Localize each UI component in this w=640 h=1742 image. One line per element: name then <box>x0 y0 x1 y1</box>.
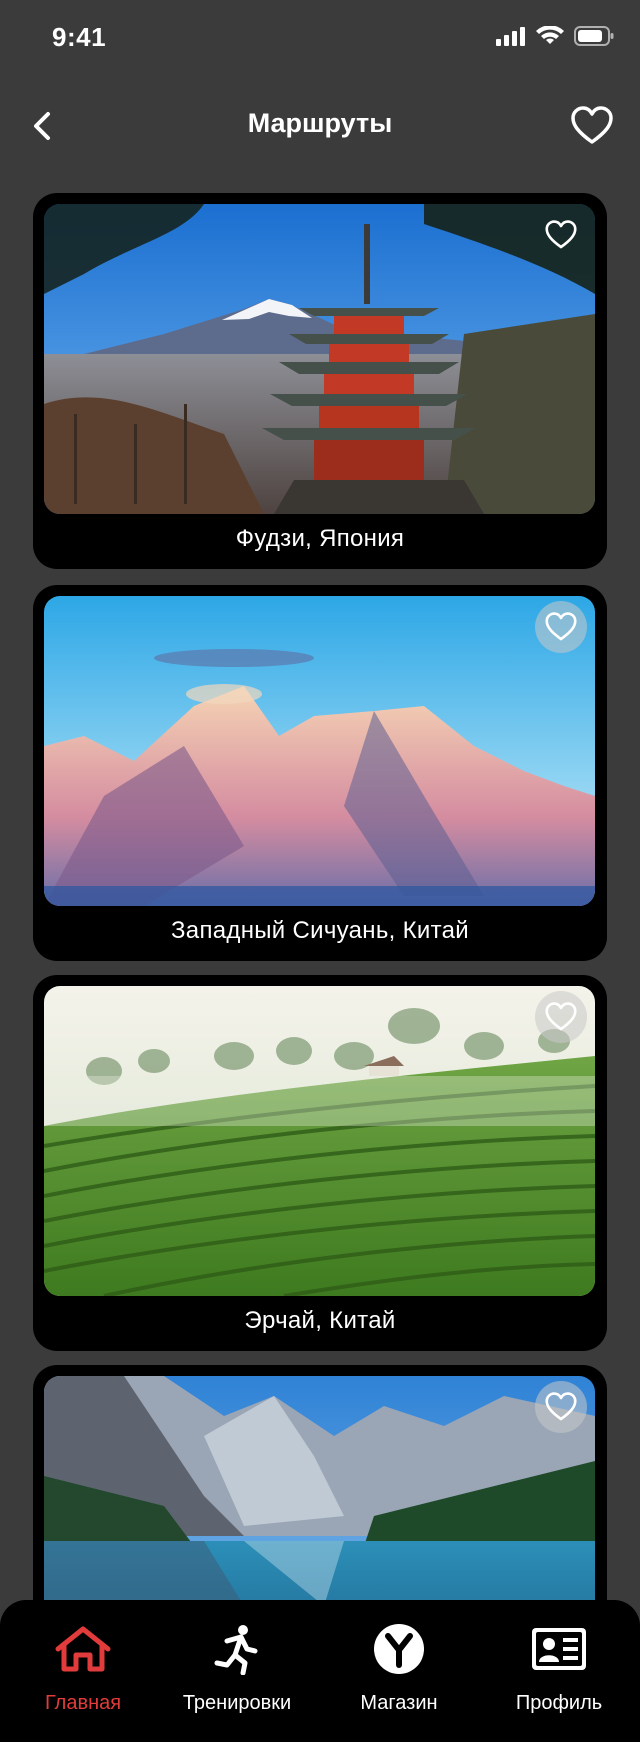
wifi-icon <box>536 26 564 44</box>
header: Маршруты <box>0 90 640 160</box>
route-card[interactable]: Западный Сичуань, Китай <box>33 585 607 961</box>
tab-label: Тренировки <box>182 1692 292 1714</box>
status-time: 9:41 <box>52 22 107 52</box>
page-title: Маршруты <box>247 108 393 138</box>
route-card[interactable]: Эрчай, Китай <box>33 975 607 1351</box>
tab-bar: Главная Тренировки Магазин Профиль <box>0 1600 640 1742</box>
route-name: Западный Сичуань, Китай <box>171 917 469 944</box>
heart-icon <box>545 1392 577 1421</box>
tab-store[interactable]: Магазин <box>324 1620 474 1715</box>
favorite-button[interactable] <box>535 601 587 653</box>
heart-icon <box>545 220 577 249</box>
route-photo <box>44 986 595 1296</box>
route-card[interactable]: Фудзи, Япония <box>33 193 607 569</box>
route-name: Эрчай, Китай <box>244 1307 396 1334</box>
running-icon <box>214 1625 258 1675</box>
heart-icon <box>545 612 577 641</box>
profile-card-icon <box>532 1628 586 1670</box>
favorite-button[interactable] <box>535 991 587 1043</box>
heart-icon <box>545 1002 577 1031</box>
home-icon <box>55 1626 111 1672</box>
tab-label: Профиль <box>515 1692 603 1714</box>
tab-label: Магазин <box>360 1692 438 1714</box>
favorites-heart-icon[interactable] <box>570 106 614 146</box>
store-y-icon <box>374 1624 424 1674</box>
route-photo <box>44 204 595 514</box>
status-icons <box>496 26 614 46</box>
favorite-button[interactable] <box>535 1381 587 1433</box>
tab-label: Главная <box>44 1692 122 1714</box>
route-photo <box>44 596 595 906</box>
signal-icon <box>496 27 525 46</box>
route-name: Фудзи, Япония <box>235 525 405 552</box>
tab-profile[interactable]: Профиль <box>484 1620 634 1715</box>
battery-icon <box>574 26 614 46</box>
tab-training[interactable]: Тренировки <box>162 1620 312 1715</box>
status-bar: 9:41 <box>0 0 640 80</box>
favorite-button[interactable] <box>535 209 587 261</box>
tab-home[interactable]: Главная <box>8 1620 158 1715</box>
